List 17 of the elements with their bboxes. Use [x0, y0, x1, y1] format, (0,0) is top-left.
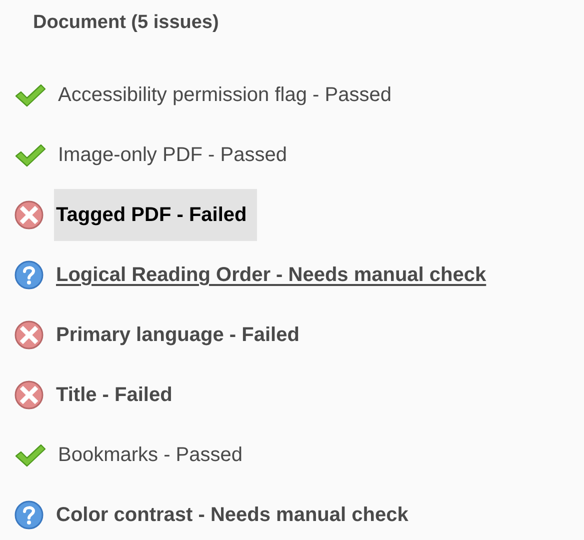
error-icon — [14, 200, 44, 230]
check-result-item[interactable]: Accessibility permission flag - Passed — [56, 69, 402, 121]
check-result-item[interactable]: Image-only PDF - Passed — [56, 129, 297, 181]
check-result-item[interactable]: Tagged PDF - Failed — [54, 189, 257, 241]
error-icon — [14, 320, 44, 350]
check-icon — [14, 142, 46, 168]
check-result-item[interactable]: Logical Reading Order - Needs manual check — [54, 249, 496, 301]
section-title: Document (5 issues) — [33, 11, 220, 35]
help-icon — [14, 260, 44, 290]
help-icon — [14, 500, 44, 530]
check-result-item[interactable]: Color contrast - Needs manual check — [54, 489, 418, 540]
check-result-item[interactable]: Title - Failed — [54, 369, 182, 421]
check-icon — [14, 442, 46, 468]
check-result-item[interactable]: Primary language - Failed — [54, 309, 310, 361]
error-icon — [14, 380, 44, 410]
check-icon — [14, 82, 46, 108]
check-result-item[interactable]: Bookmarks - Passed — [56, 429, 253, 481]
